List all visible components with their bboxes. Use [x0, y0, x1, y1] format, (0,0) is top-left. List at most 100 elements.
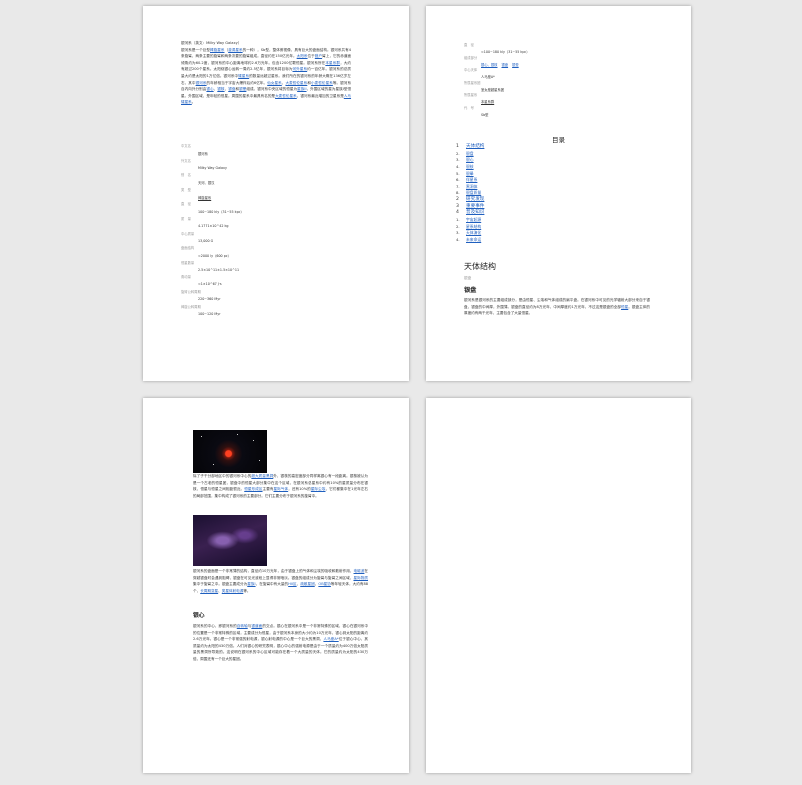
info-label: 所属星系 — [464, 93, 478, 97]
link-interstellar-dust[interactable]: 星际尘埃 — [311, 487, 326, 491]
link-supermassive-black-hole[interactable]: 超大质量黑洞 — [251, 474, 273, 478]
link-population-i[interactable]: 星族I — [247, 582, 255, 586]
toc-item[interactable]: 1. 宇宙起源 — [456, 217, 656, 224]
link-solar-system[interactable]: 太阳系 — [297, 54, 308, 58]
info-value-link[interactable]: 棒旋星系 — [198, 195, 211, 200]
toc-item[interactable]: 1 天体结构 — [456, 144, 656, 151]
toc-link[interactable]: 天体演化 — [466, 230, 481, 235]
text-run: 组成。银河系中央区域的恒星为 — [246, 87, 298, 92]
toc-link[interactable]: 未来命运 — [466, 237, 481, 242]
toc-item[interactable]: 3. 天体演化 — [456, 230, 656, 237]
document-page-1: 银河系（英文：Milky Way Galaxy） 银河系是一个巨型棒旋星系（漩涡… — [143, 6, 409, 381]
toc-link[interactable]: 银心 — [466, 157, 474, 162]
toc-item[interactable]: 8. 银盘质量 — [456, 190, 656, 197]
link-andromeda[interactable]: 仙女星系 — [267, 81, 282, 85]
info-box: 中文名 银河系 外文名 Milky Way Galaxy 别 名天河、银汉 类 型棒… — [181, 143, 361, 318]
info-value: 室女座超星系团 — [481, 87, 505, 92]
link-population-ii[interactable]: 星族II — [297, 87, 306, 91]
info-row: 代 号 Sb型 — [464, 105, 654, 118]
info-value: ≈2000 ly（600 pc） — [198, 254, 231, 259]
link-radio-source[interactable]: 类星体射电源 — [222, 589, 244, 593]
info-label: 旋臂公转周期 — [181, 289, 201, 294]
section-breadcrumb: 银盘 — [464, 276, 472, 280]
section-paragraph: 银河系是银河系的主要组成部分，是由恒星、尘埃和气体组成的扁平盘。在银河系中可见的… — [464, 297, 650, 317]
toc-item[interactable]: 3. 银心 — [456, 157, 656, 164]
link-open-cluster[interactable]: 疏散星团 — [300, 582, 314, 586]
link-component[interactable]: 银晕 — [512, 63, 519, 67]
star-dot — [237, 434, 238, 435]
toc-item[interactable]: 5. 银晕 — [456, 171, 656, 178]
toc-item[interactable]: 6. 伴星系 — [456, 177, 656, 184]
link-component[interactable]: 银盘 — [501, 63, 508, 67]
link-local-group[interactable]: 本星系群 — [325, 61, 340, 65]
text-run: 的年龄相当于宇宙大爆炸后约6亿年。 — [206, 80, 268, 85]
info-row: 所属星系 本星系群 — [464, 92, 654, 105]
toc-link[interactable]: 普及知识 — [466, 210, 484, 215]
toc-link[interactable]: 银核 — [466, 164, 474, 169]
info-label: 恒星数量 — [181, 260, 195, 265]
info-row: 直 径 ≈100~180 kly（31~55 kpc） — [464, 42, 654, 55]
link-orion-arm[interactable]: 猎户 — [315, 54, 322, 58]
text-run: 位于 — [307, 54, 315, 59]
toc-item[interactable]: 2. 星系结构 — [456, 224, 656, 231]
star-dot — [201, 436, 202, 437]
toc-link[interactable]: 伴星系 — [466, 177, 477, 182]
toc-item[interactable]: 7. 黑洞体 — [456, 184, 656, 191]
text-run: 银河系的盘面是一个非常薄的结构，直径约10万光年，由于银盘上的气体和尘埃的吸收和… — [193, 569, 354, 573]
link-galactic-nucleus[interactable]: 银核 — [217, 87, 224, 91]
toc-link[interactable]: 研究发现 — [466, 197, 484, 202]
info-row: 中心天体 人马座A* — [464, 67, 654, 80]
text-run: 。 — [191, 100, 196, 105]
info-label: 中心质量 — [181, 231, 195, 236]
link-smc[interactable]: 小麦哲伦星系 — [311, 81, 333, 85]
disk-paragraph: 银河系的盘面是一个非常薄的结构，直径约10万光年，由于银盘上的气体和尘埃的吸收和… — [193, 568, 368, 594]
text-run: 除了子干分部地区中的银河系中心的 — [193, 474, 252, 478]
toc-link[interactable]: 重要事件 — [466, 204, 484, 209]
link-spiral-galaxy[interactable]: 漩涡星系 — [228, 48, 243, 52]
text-run: 银河系的中心，即银河系的 — [193, 624, 237, 628]
link-extragalactic[interactable]: 河外星系 — [293, 67, 308, 71]
toc-link[interactable]: 天体结构 — [466, 144, 484, 149]
link-lmc-2[interactable]: 大麦哲伦星系 — [275, 94, 297, 98]
link-hii-region[interactable]: HII区 — [288, 582, 296, 586]
link-component[interactable]: 银心、银核 — [481, 63, 497, 67]
info-value-link[interactable]: 本星系群 — [481, 99, 494, 104]
toc-link[interactable]: 银晕 — [466, 171, 474, 176]
info-row: 所属星系团 室女座超星系团 — [464, 80, 654, 93]
info-label: 中文名 — [181, 144, 191, 148]
info-box-continued: 直 径 ≈100~180 kly（31~55 kpc） 组成部分 银心、银核 银盘 银晕… — [464, 42, 654, 117]
info-row: 直 径 100~180 kly（31~55 kpc） — [181, 201, 361, 216]
toc-item[interactable]: 4 普及知识 — [456, 210, 656, 217]
link-barred-spiral[interactable]: 棒旋星系 — [210, 48, 225, 52]
section-heading: 天体结构 — [464, 262, 496, 271]
link-dwarf-galaxy[interactable]: 矮星系 — [238, 74, 249, 78]
toc-item[interactable]: 4. 银核 — [456, 164, 656, 171]
link-milky-way[interactable]: 银河系 — [196, 81, 207, 85]
link-star-forming-region[interactable]: 恒星形成区 — [244, 487, 262, 491]
info-row: 旋臂公转周期 220~360 Myr — [181, 289, 361, 304]
info-value: Sb型 — [481, 112, 489, 117]
toc-link[interactable]: 星系结构 — [466, 224, 481, 229]
info-row: 盘面结构 ≈2000 ly（600 pc） — [181, 245, 361, 260]
toc-link[interactable]: 黑洞体 — [466, 184, 477, 189]
table-of-contents: 1 天体结构 2. 银盘 3. 银心 4. 银核 5. 银晕 6. 伴星系 7. 黑洞体 8.… — [456, 144, 656, 244]
text-run: ，银河系最近增加的卫星系是 — [296, 93, 344, 98]
link-electromagnetic-wave[interactable]: 电磁波 — [354, 569, 365, 573]
link-galactic-center[interactable]: 银心 — [206, 87, 213, 91]
toc-link[interactable]: 银盘 — [466, 151, 474, 156]
toc-item[interactable]: 4. 未来命运 — [456, 237, 656, 244]
info-row: 棒旋公转周期 100~120 Myr — [181, 304, 361, 319]
link-interstellar-gas[interactable]: 星际气体 — [274, 487, 289, 491]
toc-link[interactable]: 银盘质量 — [466, 190, 481, 195]
link-rotation-axis[interactable]: 自转轴 — [237, 624, 248, 628]
link-interstellar-matter[interactable]: 星际物质 — [353, 576, 368, 580]
toc-item[interactable]: 3 重要事件 — [456, 204, 656, 211]
toc-link[interactable]: 宇宙起源 — [466, 217, 481, 222]
link-ob-association[interactable]: OB星协 — [318, 582, 331, 586]
toc-item[interactable]: 2 研究发现 — [456, 197, 656, 204]
toc-item[interactable]: 2. 银盘 — [456, 151, 656, 158]
link-long-period-variable[interactable]: 长周期变星 — [200, 589, 218, 593]
link-lmc[interactable]: 大麦哲伦星系 — [285, 81, 307, 85]
link-galactic-plane[interactable]: 银道面 — [251, 624, 262, 628]
link-sagittarius-a[interactable]: 人马座A* — [323, 637, 338, 641]
